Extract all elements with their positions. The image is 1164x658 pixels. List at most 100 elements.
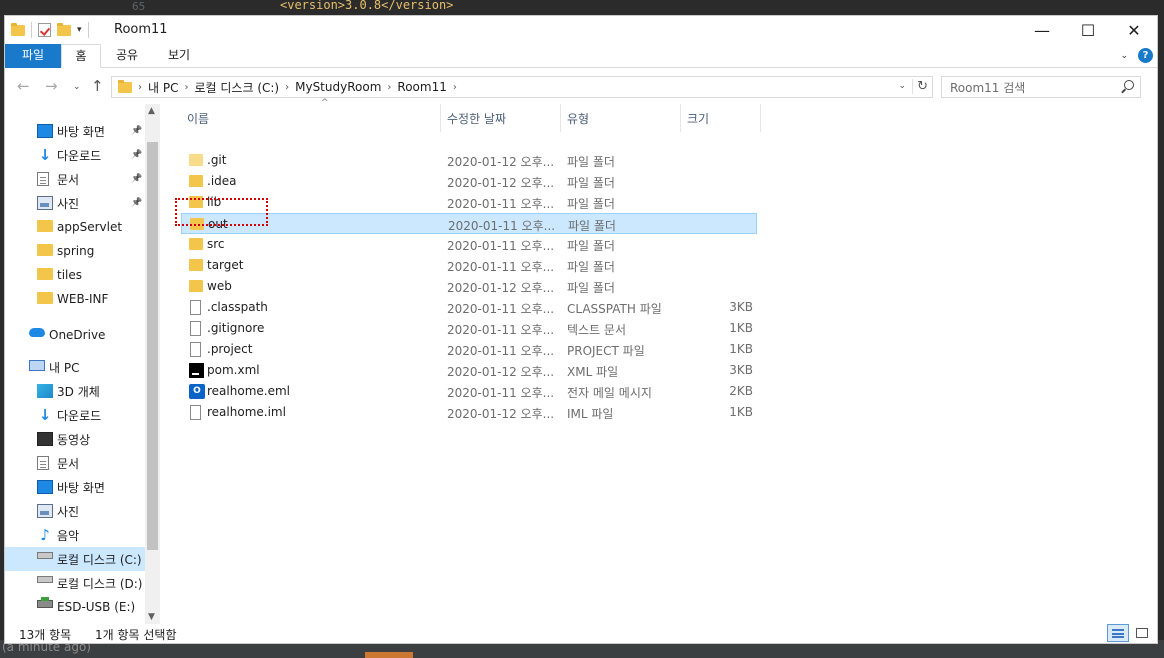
- desktop-icon: [37, 124, 53, 138]
- table-row[interactable]: realhome.iml 2020-01-12 오후... IML 파일 1KB: [181, 402, 757, 423]
- sidebar-item[interactable]: OneDrive: [5, 323, 145, 347]
- customize-toolbar-icon[interactable]: ▾: [77, 25, 82, 35]
- sidebar-item-label: WEB-INF: [57, 292, 109, 306]
- maximize-button[interactable]: ☐: [1065, 16, 1111, 44]
- scroll-thumb[interactable]: [147, 142, 158, 550]
- pictures-icon: [37, 504, 53, 518]
- breadcrumb-this-pc[interactable]: 내 PC: [148, 79, 178, 96]
- file-size: 2KB: [729, 384, 753, 398]
- sidebar-item[interactable]: spring: [5, 239, 145, 263]
- download-icon: ↓: [38, 406, 52, 424]
- folder-icon: [189, 154, 203, 166]
- chevron-right-icon[interactable]: ›: [453, 82, 457, 93]
- search-input[interactable]: Room11 검색: [941, 76, 1141, 98]
- large-icons-view-button[interactable]: [1131, 624, 1153, 642]
- column-header-name[interactable]: 이름 ^: [181, 98, 441, 132]
- sidebar-item[interactable]: 로컬 디스크 (C:): [5, 547, 145, 571]
- tab-share[interactable]: 공유: [105, 44, 149, 68]
- address-bar[interactable]: › 내 PC › 로컬 디스크 (C:) › MyStudyRoom › Roo…: [111, 76, 933, 98]
- chevron-right-icon[interactable]: ›: [138, 82, 142, 93]
- help-icon[interactable]: ?: [1138, 48, 1153, 63]
- pin-icon[interactable]: 📌: [131, 150, 142, 160]
- sidebar-item[interactable]: 바탕 화면: [5, 475, 145, 499]
- minimize-button[interactable]: —: [1019, 16, 1065, 44]
- sidebar-item[interactable]: ♪ 음악: [5, 523, 145, 547]
- sidebar-item[interactable]: 문서: [5, 451, 145, 475]
- tab-file[interactable]: 파일: [5, 44, 61, 68]
- sidebar-item[interactable]: WEB-INF: [5, 287, 145, 311]
- recent-locations-icon[interactable]: ⌄: [73, 82, 81, 92]
- chevron-right-icon[interactable]: ›: [285, 82, 289, 93]
- breadcrumb-local-disk[interactable]: 로컬 디스크 (C:): [194, 79, 279, 96]
- sidebar-item-label: tiles: [57, 268, 83, 282]
- file-type: 텍스트 문서: [567, 323, 627, 337]
- details-view-button[interactable]: [1107, 624, 1129, 642]
- sidebar-item[interactable]: 3D 개체: [5, 379, 145, 403]
- table-row[interactable]: .gitignore 2020-01-11 오후... 텍스트 문서 1KB: [181, 318, 757, 339]
- new-folder-icon[interactable]: [57, 22, 71, 36]
- table-row[interactable]: target 2020-01-11 오후... 파일 폴더: [181, 255, 757, 276]
- sidebar-item[interactable]: 로컬 디스크 (D:): [5, 571, 145, 595]
- sidebar-item[interactable]: 바탕 화면 📌: [5, 119, 145, 143]
- desktop-icon: [37, 480, 53, 494]
- breadcrumb-mystudyroom[interactable]: MyStudyRoom: [295, 80, 381, 94]
- sidebar-item-label: 다운로드: [57, 408, 102, 423]
- refresh-icon[interactable]: ↻: [912, 79, 928, 94]
- sidebar-item[interactable]: ↓ 다운로드: [5, 403, 145, 427]
- chevron-right-icon[interactable]: ›: [184, 82, 188, 93]
- nav-scrollbar[interactable]: ▲ ▼: [145, 104, 160, 624]
- table-row[interactable]: Orealhome.eml 2020-01-11 오후... 전자 메일 메시지 2K…: [181, 381, 757, 402]
- table-row[interactable]: pom.xml 2020-01-12 오후... XML 파일 3KB: [181, 360, 757, 381]
- sidebar-item[interactable]: appServlet: [5, 215, 145, 239]
- 3d-objects-icon: [37, 384, 53, 398]
- breadcrumb-room11[interactable]: Room11: [397, 80, 446, 94]
- table-row[interactable]: .classpath 2020-01-11 오후... CLASSPATH 파일 3K…: [181, 297, 757, 318]
- column-header-modified[interactable]: 수정한 날짜: [441, 104, 561, 132]
- back-arrow-icon[interactable]: ←: [17, 77, 30, 95]
- pin-icon[interactable]: 📌: [131, 198, 142, 208]
- forward-arrow-icon[interactable]: →: [45, 77, 58, 95]
- chevron-right-icon[interactable]: ›: [387, 82, 391, 93]
- tab-home[interactable]: 홈: [61, 44, 101, 68]
- file-modified: 2020-01-11 오후...: [447, 386, 555, 400]
- sidebar-item[interactable]: ESD-USB (E:): [5, 595, 145, 619]
- sidebar-item[interactable]: 사진 📌: [5, 191, 145, 215]
- properties-icon[interactable]: [38, 23, 51, 37]
- table-row[interactable]: .idea 2020-01-12 오후... 파일 폴더: [181, 171, 757, 192]
- file-name: .project: [207, 342, 253, 356]
- ribbon-tabs: 파일 홈 공유 보기 ⌄ ?: [5, 44, 1157, 68]
- search-icon[interactable]: [1124, 80, 1134, 90]
- folder-icon: [189, 259, 203, 271]
- explorer-window: ▾ Room11 — ☐ ✕ 파일 홈 공유 보기 ⌄ ? ← → ⌄ ↑ › …: [4, 15, 1158, 644]
- window-controls: — ☐ ✕: [1019, 16, 1157, 44]
- local-disk-icon: [37, 552, 53, 559]
- table-row[interactable]: src 2020-01-11 오후... 파일 폴더: [181, 234, 757, 255]
- sidebar-item[interactable]: 내 PC: [5, 355, 145, 379]
- sidebar-item-label: 문서: [57, 172, 80, 187]
- tab-view[interactable]: 보기: [155, 44, 203, 68]
- pin-icon[interactable]: 📌: [131, 126, 142, 136]
- scroll-down-icon[interactable]: ▼: [148, 612, 155, 622]
- table-row[interactable]: .project 2020-01-11 오후... PROJECT 파일 1KB: [181, 339, 757, 360]
- chevron-down-icon[interactable]: ⌄: [898, 81, 906, 91]
- sidebar-item[interactable]: 동영상: [5, 427, 145, 451]
- status-bar: 13개 항목 1개 항목 선택함: [5, 624, 1157, 644]
- file-name: pom.xml: [207, 363, 260, 377]
- column-header-size[interactable]: 크기: [681, 104, 761, 132]
- file-modified: 2020-01-12 오후...: [447, 176, 555, 190]
- sidebar-item[interactable]: tiles: [5, 263, 145, 287]
- file-size: 1KB: [729, 405, 753, 419]
- close-button[interactable]: ✕: [1111, 16, 1157, 44]
- sidebar-item[interactable]: 문서 📌: [5, 167, 145, 191]
- sidebar-item[interactable]: ↓ 다운로드 📌: [5, 143, 145, 167]
- pin-icon[interactable]: 📌: [131, 174, 142, 184]
- sidebar-item[interactable]: 사진: [5, 499, 145, 523]
- column-header-type[interactable]: 유형: [561, 104, 681, 132]
- expand-ribbon-icon[interactable]: ⌄: [1120, 51, 1128, 61]
- scroll-up-icon[interactable]: ▲: [148, 106, 155, 116]
- table-row[interactable]: web 2020-01-12 오후... 파일 폴더: [181, 276, 757, 297]
- file-name: .classpath: [207, 300, 268, 314]
- up-arrow-icon[interactable]: ↑: [91, 77, 104, 95]
- table-row[interactable]: .git 2020-01-12 오후... 파일 폴더: [181, 150, 757, 171]
- folder-icon: [37, 292, 53, 304]
